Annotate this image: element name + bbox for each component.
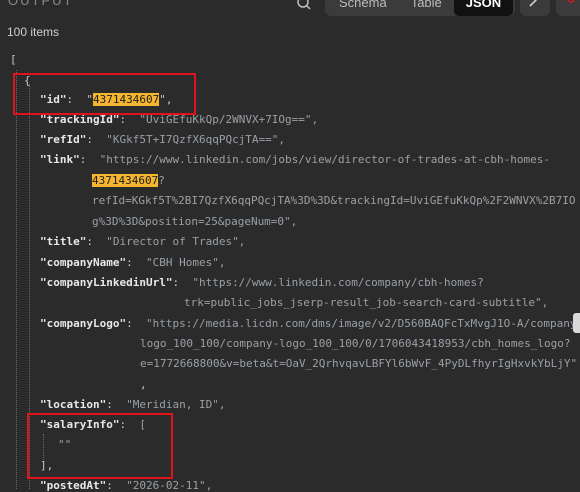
link-continuation: g%3D%3D&position=25&pageNum=0", xyxy=(92,215,298,228)
refid-line: "refId": "KGkf5T+I7QzfX6qqPQcjTA==", xyxy=(40,133,286,146)
array-open-bracket: [ xyxy=(10,53,17,66)
link-line: "link": "https://www.linkedin.com/jobs/v… xyxy=(40,153,550,166)
annotation-box-id xyxy=(13,73,196,115)
postedat-line: "postedAt": "2026-02-11", xyxy=(40,479,213,492)
companylogo-continuation: logo_100_100/company-logo_100_100/0/1706… xyxy=(140,337,571,350)
companylinkedinurl-line: "companyLinkedinUrl": "https://www.linke… xyxy=(40,276,484,289)
search-highlight: 4371434607 xyxy=(92,174,159,187)
title-line: "title": "Director of Trades", xyxy=(40,235,246,248)
json-viewer: [ { "id": "4371434607", "trackingId": "U… xyxy=(0,0,580,492)
companylinkedinurl-continuation: trk=public_jobs_jserp-result_job-search-… xyxy=(184,296,549,309)
location-line: "location": "Meridian, ID", xyxy=(40,398,226,411)
companylogo-continuation: , xyxy=(140,378,147,391)
scrollbar-handle[interactable] xyxy=(573,313,580,333)
companylogo-line: "companyLogo": "https://media.licdn.com/… xyxy=(40,317,580,330)
companyname-line: "companyName": "CBH Homes", xyxy=(40,256,226,269)
companylogo-continuation: e=1772668800&v=beta&t=OaV_2QrhvqavLBFYl6… xyxy=(140,357,578,370)
indent-guide xyxy=(16,70,17,489)
link-continuation: refId=KGkf5T%2BI7QzfX6qqPQcjTA%3D%3D&tra… xyxy=(92,194,576,207)
annotation-box-salaryinfo xyxy=(27,413,173,479)
link-continuation: 4371434607? xyxy=(92,174,165,187)
